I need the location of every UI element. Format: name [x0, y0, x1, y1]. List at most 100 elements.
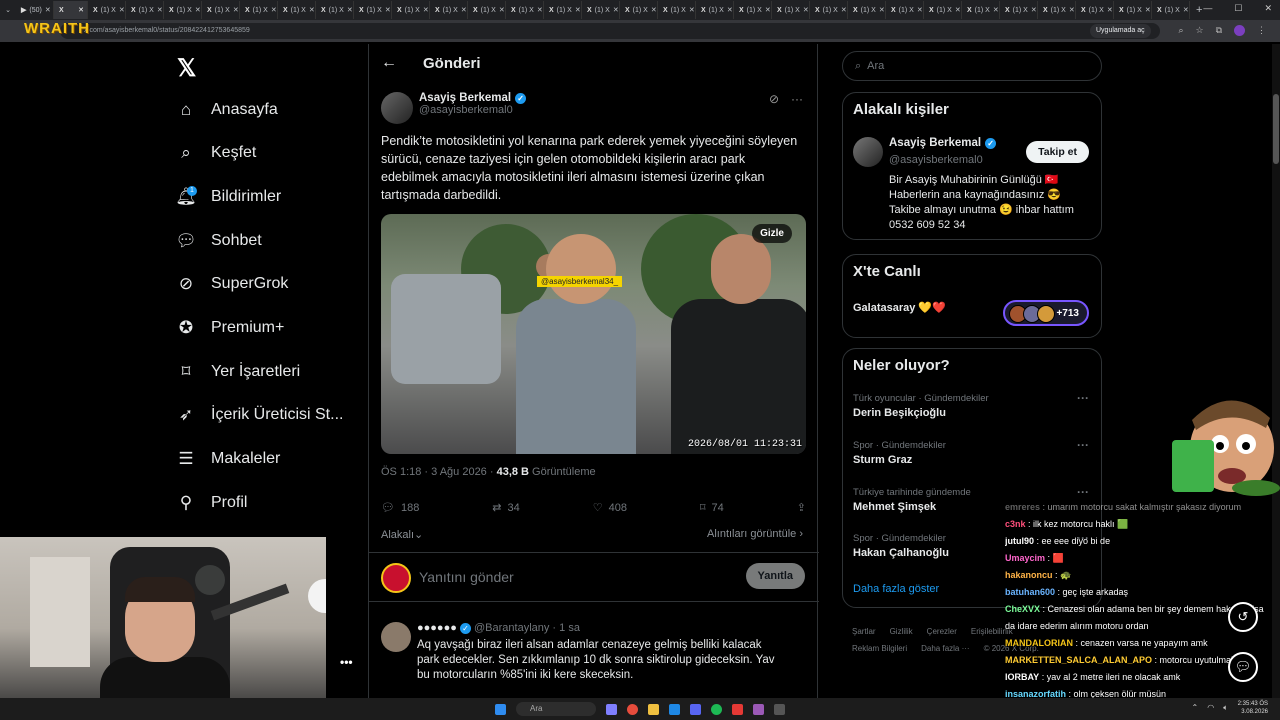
close-tab-icon[interactable]: ✕ [841, 6, 847, 14]
close-tab-icon[interactable]: ✕ [537, 6, 543, 14]
close-tab-icon[interactable]: ✕ [271, 6, 277, 14]
live-space-title[interactable]: Galatasaray 💛❤️ [853, 301, 946, 314]
reply-input[interactable]: Yanıtını gönder [419, 569, 514, 585]
chrome-icon[interactable] [627, 703, 638, 715]
browser-tab[interactable]: ▶ (50) ✕ [16, 1, 54, 19]
avatar[interactable] [853, 137, 883, 167]
repost-button[interactable]: ⇄ 34 [492, 501, 519, 515]
close-tab-icon[interactable]: ✕ [233, 6, 239, 14]
hide-media-button[interactable]: Gizle [752, 224, 792, 243]
follow-button[interactable]: Takip et [1026, 141, 1089, 163]
close-tab-icon[interactable]: ✕ [499, 6, 505, 14]
browser-tab[interactable]: X (1) X ✕ [886, 1, 924, 19]
address-bar[interactable]: x.com/asayisberkemal0/status/20842241275… [60, 23, 1160, 39]
more-options-icon[interactable]: ··· [791, 92, 803, 106]
trend-item[interactable]: Spor · Gündemdekiler Hakan Çalhanoğlu [853, 533, 949, 559]
open-in-app-button[interactable]: Uygulamada aç [1090, 24, 1151, 38]
reply-button[interactable]: 💬︎ 188 [381, 501, 419, 515]
close-tab-icon[interactable]: ✕ [309, 6, 315, 14]
chat-username[interactable]: hakanoncu [1005, 570, 1053, 580]
close-tab-icon[interactable]: ✕ [1183, 6, 1189, 14]
reply-submit-button[interactable]: Yanıtla [745, 563, 805, 589]
close-tab-icon[interactable]: ✕ [727, 6, 733, 14]
chat-username[interactable]: c3nk [1005, 519, 1026, 529]
more-icon[interactable]: ••• [340, 655, 353, 669]
app-icon[interactable] [606, 703, 617, 715]
browser-tab[interactable]: X (1) X ✕ [544, 1, 582, 19]
close-tab-icon[interactable]: ✕ [879, 6, 885, 14]
nav-item-supergrok[interactable]: ⊘ SuperGrok [175, 269, 289, 299]
discord-icon[interactable] [690, 703, 701, 715]
zoom-icon[interactable]: ⌕ [1178, 25, 1183, 38]
comment-avatar[interactable] [381, 622, 411, 652]
nav-item-yer-i-şaretleri[interactable]: ⌑ Yer İşaretleri [175, 357, 301, 387]
profile-icon[interactable] [1234, 25, 1245, 38]
footer-link[interactable]: Reklam Bilgileri [852, 644, 907, 653]
close-tab-icon[interactable]: ✕ [765, 6, 771, 14]
close-tab-icon[interactable]: ✕ [917, 6, 923, 14]
minimize-icon[interactable]: — [1203, 3, 1212, 14]
avatar[interactable] [381, 92, 413, 124]
taskbar-search[interactable]: Ara [516, 702, 596, 716]
nav-item-profil[interactable]: ⚲ Profil [175, 488, 248, 518]
browser-tab[interactable]: X (1) X ✕ [468, 1, 506, 19]
more-options-icon[interactable]: ··· [1077, 391, 1089, 405]
browser-tab[interactable]: X (1) X ✕ [202, 1, 240, 19]
chat-username[interactable]: emreres [1005, 502, 1040, 512]
grok-icon[interactable]: ⊘ [769, 92, 779, 106]
browser-tab[interactable]: X (1) X ✕ [1152, 1, 1190, 19]
footer-link[interactable]: Daha fazla ··· [921, 644, 969, 653]
browser-tab[interactable]: X (1) X ✕ [126, 1, 164, 19]
nav-item-sohbet[interactable]: 💬︎ Sohbet [175, 226, 262, 256]
close-tab-icon[interactable]: ✕ [613, 6, 619, 14]
browser-tab[interactable]: X (1) X ✕ [962, 1, 1000, 19]
nav-item-premium-[interactable]: ✪ Premium+ [175, 313, 284, 343]
post-video[interactable]: @asayisberkemal34_ Gizle 2026/08/01 11:2… [381, 214, 806, 454]
trend-item[interactable]: Spor · Gündemdekiler Sturm Graz [853, 440, 946, 466]
volume-icon[interactable]: 🔈︎ [1223, 703, 1228, 713]
browser-tab[interactable]: X (1) X ✕ [354, 1, 392, 19]
nav-item-i-çerik-üreticisi-st-[interactable]: ➶ İçerik Üreticisi St... [175, 400, 344, 430]
taskbar-clock[interactable]: 2:35:43 ÖS 3.08.2026 [1238, 700, 1268, 716]
tab-menu-icon[interactable]: ⌄ [0, 6, 16, 14]
browser-tab[interactable]: X ✕ [54, 1, 88, 19]
close-tab-icon[interactable]: ✕ [347, 6, 353, 14]
author-handle[interactable]: @asayisberkemal0 [419, 104, 526, 116]
browser-tab[interactable]: X (1) X ✕ [316, 1, 354, 19]
bookmark-button[interactable]: ⌑ 74 [700, 501, 724, 515]
chat-username[interactable]: batuhan600 [1005, 587, 1055, 597]
close-tab-icon[interactable]: ✕ [575, 6, 581, 14]
chat-bubble-icon[interactable]: 💬︎ [1228, 652, 1258, 682]
relevant-person-name[interactable]: Asayiş Berkemal [889, 137, 981, 149]
chat-username[interactable]: Umaycim [1005, 553, 1045, 563]
browser-tab[interactable]: X (1) X ✕ [924, 1, 962, 19]
menu-icon[interactable]: ⋮ [1257, 25, 1266, 38]
close-tab-icon[interactable]: ✕ [195, 6, 201, 14]
chat-reply-icon[interactable]: ↺ [1228, 602, 1258, 632]
app-icon[interactable] [732, 703, 743, 715]
close-tab-icon[interactable]: ✕ [993, 6, 999, 14]
close-tab-icon[interactable]: ✕ [803, 6, 809, 14]
relevant-person-handle[interactable]: @asayisberkemal0 [889, 154, 983, 166]
browser-tab[interactable]: X (1) X ✕ [1000, 1, 1038, 19]
browser-tab[interactable]: X (1) X ✕ [1114, 1, 1152, 19]
chat-username[interactable]: CheXVX [1005, 604, 1040, 614]
search-input[interactable]: ⌕ Ara [842, 51, 1102, 81]
browser-tab[interactable]: X (1) X ✕ [848, 1, 886, 19]
close-tab-icon[interactable]: ✕ [1031, 6, 1037, 14]
nav-item-anasayfa[interactable]: ⌂ Anasayfa [175, 95, 278, 125]
browser-tab[interactable]: X (1) X ✕ [696, 1, 734, 19]
author-name[interactable]: Asayiş Berkemal [419, 92, 511, 104]
browser-tab[interactable]: X (1) X ✕ [506, 1, 544, 19]
footer-link[interactable]: Çerezler [927, 627, 957, 636]
edge-icon[interactable] [669, 703, 680, 715]
show-more-link[interactable]: Daha fazla göster [853, 583, 939, 595]
close-tab-icon[interactable]: ✕ [689, 6, 695, 14]
new-tab-icon[interactable]: + [1190, 4, 1202, 16]
spotify-icon[interactable] [711, 703, 722, 715]
chat-username[interactable]: lORBAY [1005, 672, 1039, 682]
comment-handle[interactable]: @Barantaylany · 1 sa [474, 622, 580, 634]
more-options-icon[interactable]: ··· [1077, 438, 1089, 452]
close-tab-icon[interactable]: ✕ [1145, 6, 1151, 14]
browser-tab[interactable]: X (1) X ✕ [620, 1, 658, 19]
